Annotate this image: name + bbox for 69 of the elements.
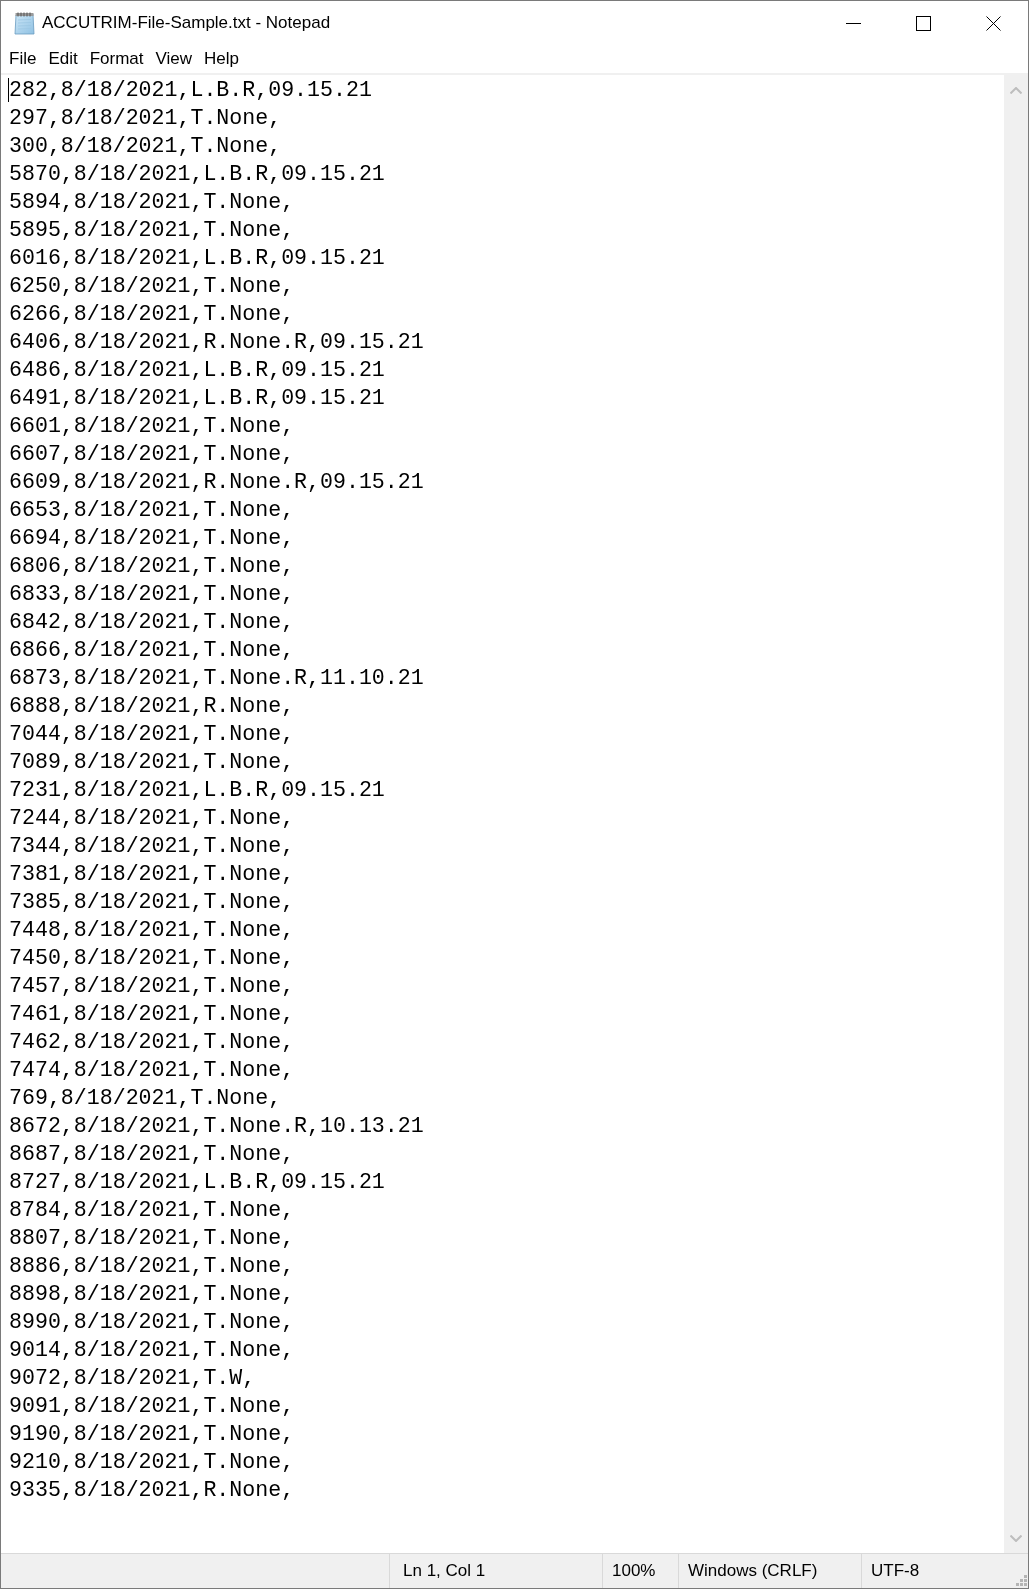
text-line: 300,8/18/2021,T.None,: [9, 134, 282, 158]
maximize-icon: [915, 15, 931, 31]
text-line: 8727,8/18/2021,L.B.R,09.15.21: [9, 1170, 385, 1194]
window-title: ACCUTRIM-File-Sample.txt - Notepad: [42, 12, 331, 35]
text-line: 7231,8/18/2021,L.B.R,09.15.21: [9, 778, 385, 802]
text-line: 9190,8/18/2021,T.None,: [9, 1422, 295, 1446]
text-line: 6842,8/18/2021,T.None,: [9, 610, 295, 634]
size-grip-icon: [1016, 1575, 1027, 1586]
vertical-scrollbar[interactable]: [1004, 75, 1028, 1553]
text-line: 7385,8/18/2021,T.None,: [9, 890, 295, 914]
menu-item[interactable]: Format: [83, 45, 150, 73]
text-line: 9014,8/18/2021,T.None,: [9, 1338, 295, 1362]
text-line: 6266,8/18/2021,T.None,: [9, 302, 295, 326]
line-ending: Windows (CRLF): [688, 1560, 818, 1583]
text-line: 7474,8/18/2021,T.None,: [9, 1058, 295, 1082]
zoom-level: 100%: [612, 1560, 656, 1583]
text-line: 8886,8/18/2021,T.None,: [9, 1254, 295, 1278]
text-line: 6888,8/18/2021,R.None,: [9, 694, 295, 718]
chevron-up-icon: [1010, 86, 1022, 94]
notepad-icon: [13, 11, 35, 35]
text-line: 6406,8/18/2021,R.None.R,09.15.21: [9, 330, 424, 354]
text-line: 6016,8/18/2021,L.B.R,09.15.21: [9, 246, 385, 270]
text-line: 7457,8/18/2021,T.None,: [9, 974, 295, 998]
text-line: 6486,8/18/2021,L.B.R,09.15.21: [9, 358, 385, 382]
text-line: 769,8/18/2021,T.None,: [9, 1086, 282, 1110]
text-line: 9091,8/18/2021,T.None,: [9, 1394, 295, 1418]
text-line: 7450,8/18/2021,T.None,: [9, 946, 295, 970]
text-line: 282,8/18/2021,L.B.R,09.15.21: [9, 78, 372, 102]
text-line: 9335,8/18/2021,R.None,: [9, 1478, 295, 1502]
minimize-icon: [845, 22, 861, 24]
text-line: 6609,8/18/2021,R.None.R,09.15.21: [9, 470, 424, 494]
cursor-position: Ln 1, Col 1: [403, 1560, 486, 1583]
text-line: 6694,8/18/2021,T.None,: [9, 526, 295, 550]
text-line: 8807,8/18/2021,T.None,: [9, 1226, 295, 1250]
text-line: 5870,8/18/2021,L.B.R,09.15.21: [9, 162, 385, 186]
text-line: 6806,8/18/2021,T.None,: [9, 554, 295, 578]
text-line: 5895,8/18/2021,T.None,: [9, 218, 295, 242]
menu-item[interactable]: File: [3, 45, 43, 73]
text-line: 297,8/18/2021,T.None,: [9, 106, 282, 130]
text-line: 7462,8/18/2021,T.None,: [9, 1030, 295, 1054]
text-line: 6601,8/18/2021,T.None,: [9, 414, 295, 438]
text-line: 8898,8/18/2021,T.None,: [9, 1282, 295, 1306]
close-icon: [985, 15, 1001, 31]
text-line: 6833,8/18/2021,T.None,: [9, 582, 295, 606]
text-line: 6250,8/18/2021,T.None,: [9, 274, 295, 298]
text-line: 8687,8/18/2021,T.None,: [9, 1142, 295, 1166]
menu-item[interactable]: Help: [198, 45, 246, 73]
text-line: 9072,8/18/2021,T.W,: [9, 1366, 256, 1390]
text-line: 6491,8/18/2021,L.B.R,09.15.21: [9, 386, 385, 410]
text-line: 7244,8/18/2021,T.None,: [9, 806, 295, 830]
text-line: 6653,8/18/2021,T.None,: [9, 498, 295, 522]
text-line: 7448,8/18/2021,T.None,: [9, 918, 295, 942]
text-line: 6873,8/18/2021,T.None.R,11.10.21: [9, 666, 424, 690]
text-line: 8784,8/18/2021,T.None,: [9, 1198, 295, 1222]
encoding: UTF-8: [871, 1560, 920, 1583]
text-line: 7044,8/18/2021,T.None,: [9, 722, 295, 746]
text-line: 9210,8/18/2021,T.None,: [9, 1450, 295, 1474]
text-line: 6866,8/18/2021,T.None,: [9, 638, 295, 662]
menu-item[interactable]: Edit: [42, 45, 84, 73]
chevron-down-icon: [1010, 1534, 1022, 1542]
text-line: 7089,8/18/2021,T.None,: [9, 750, 295, 774]
text-line: 6607,8/18/2021,T.None,: [9, 442, 295, 466]
text-line: 7344,8/18/2021,T.None,: [9, 834, 295, 858]
text-line: 7461,8/18/2021,T.None,: [9, 1002, 295, 1026]
text-line: 7381,8/18/2021,T.None,: [9, 862, 295, 886]
text-line: 8672,8/18/2021,T.None.R,10.13.21: [9, 1114, 424, 1138]
text-line: 8990,8/18/2021,T.None,: [9, 1310, 295, 1334]
text-line: 5894,8/18/2021,T.None,: [9, 190, 295, 214]
menu-item[interactable]: View: [149, 45, 199, 73]
